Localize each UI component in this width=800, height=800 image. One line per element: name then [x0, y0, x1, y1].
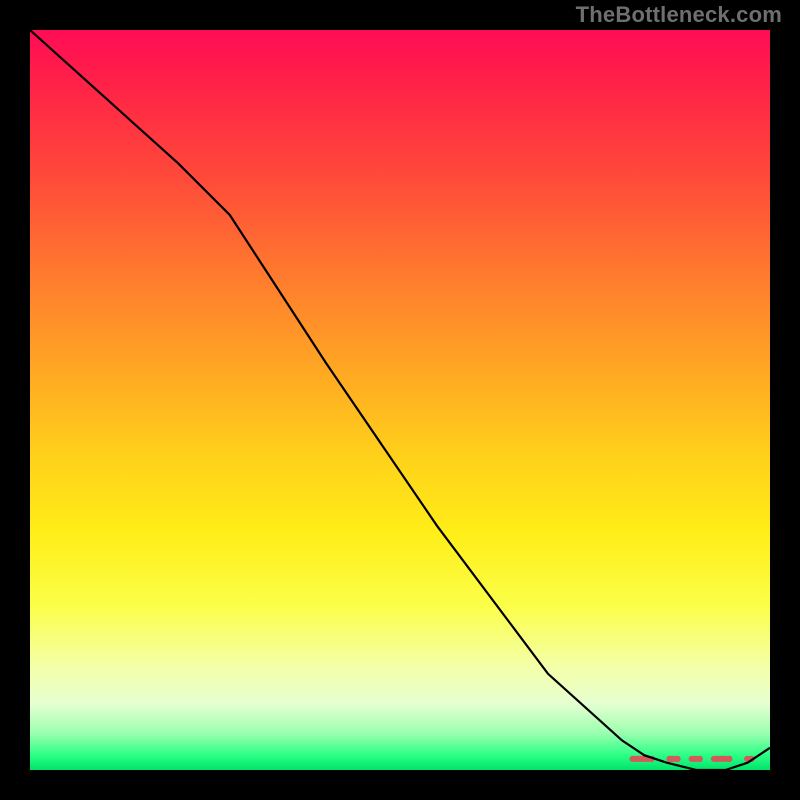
watermark-text: TheBottleneck.com — [576, 2, 782, 28]
zero-band-marker-dot — [726, 756, 732, 762]
bottleneck-curve-line — [30, 30, 770, 770]
chart-overlay — [30, 30, 770, 770]
zero-band-marker-dot — [674, 756, 680, 762]
plot-area — [30, 30, 770, 770]
chart-stage: TheBottleneck.com — [0, 0, 800, 800]
zero-band-marker-dot — [697, 756, 703, 762]
